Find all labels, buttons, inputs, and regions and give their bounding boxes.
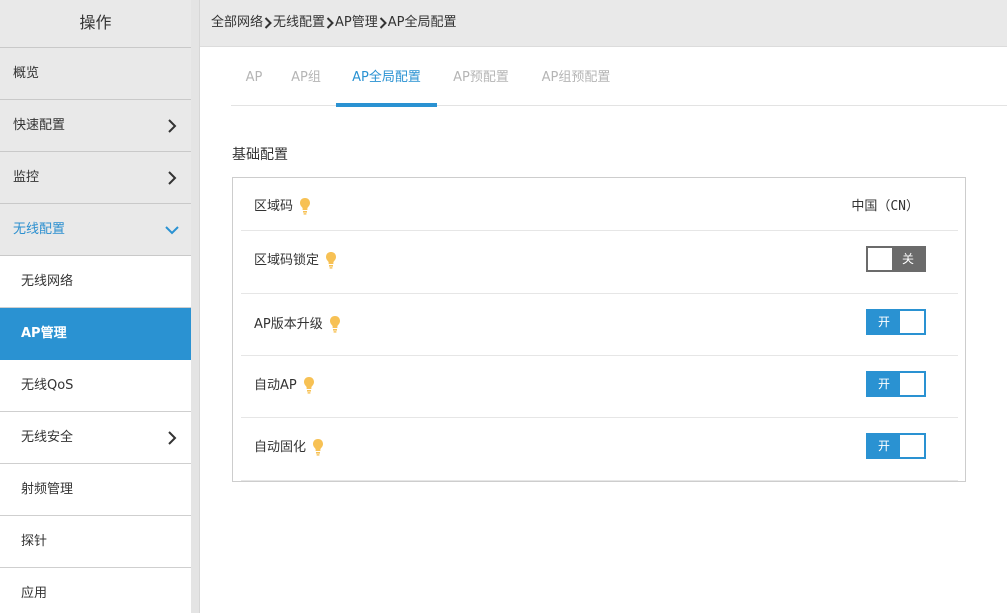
config-row-label-wrap: 区域码锁定 bbox=[254, 249, 337, 270]
sidebar-subitem-wireless-security[interactable]: 无线安全 bbox=[0, 412, 191, 464]
toggle-state-label: 关 bbox=[901, 252, 914, 266]
config-row-label-wrap: 区域码 bbox=[254, 195, 311, 216]
breadcrumb-item-ap-global-config: AP全局配置 bbox=[387, 15, 457, 30]
toggle-state-label: 开 bbox=[877, 439, 890, 453]
toggle-knob bbox=[900, 373, 924, 395]
sidebar-subitem-label: 探针 bbox=[21, 534, 48, 549]
sidebar-subitem-wireless-network[interactable]: 无线网络 bbox=[0, 256, 191, 308]
config-row-region-code-lock: 区域码锁定 关 bbox=[241, 231, 958, 294]
breadcrumb-chevron-icon bbox=[325, 0, 335, 45]
sidebar-subitem-wireless-qos[interactable]: 无线QoS bbox=[0, 360, 191, 412]
config-row-label-wrap: 自动AP bbox=[254, 374, 315, 395]
toggle-knob bbox=[868, 248, 892, 270]
breadcrumb-item-ap-management[interactable]: AP管理 bbox=[335, 0, 378, 45]
tab-ap-global-config[interactable]: AP全局配置 bbox=[336, 56, 437, 107]
breadcrumb-item-all-networks[interactable]: 全部网络 bbox=[211, 0, 263, 45]
ap-version-upgrade-toggle[interactable]: 开 bbox=[866, 309, 926, 335]
sidebar-scrollbar[interactable] bbox=[191, 0, 200, 613]
sidebar-item-quick-config[interactable]: 快速配置 bbox=[0, 100, 191, 152]
config-row-auto-ap: 自动AP 开 bbox=[241, 356, 958, 418]
breadcrumb: 全部网络 无线配置 AP管理 AP全局配置 bbox=[211, 0, 457, 46]
breadcrumb-item-wireless-config[interactable]: 无线配置 bbox=[273, 0, 325, 45]
lightbulb-icon[interactable] bbox=[325, 251, 337, 269]
section-title: 基础配置 bbox=[232, 147, 288, 163]
toggle-state-label: 开 bbox=[877, 315, 890, 329]
chevron-right-icon bbox=[165, 100, 179, 151]
config-row-label: 区域码 bbox=[254, 199, 294, 214]
tab-ap-group[interactable]: AP组 bbox=[291, 56, 321, 106]
toggle-knob bbox=[900, 311, 924, 333]
sidebar-subitem-label: 无线QoS bbox=[21, 378, 74, 393]
region-code-lock-toggle[interactable]: 关 bbox=[866, 246, 926, 272]
config-row-ap-version-upgrade: AP版本升级 开 bbox=[241, 294, 958, 356]
sidebar-subitem-radio-management[interactable]: 射频管理 bbox=[0, 464, 191, 516]
basic-config-panel: 区域码 中国（CN） 区域码锁定 关 AP版本升级 开 自动AP 开 自动固化 … bbox=[232, 177, 966, 482]
sidebar-subitem-label: 无线安全 bbox=[21, 430, 74, 445]
lightbulb-icon[interactable] bbox=[303, 376, 315, 394]
tab-ap-preconfig[interactable]: AP预配置 bbox=[452, 56, 510, 106]
sidebar-item-monitor[interactable]: 监控 bbox=[0, 152, 191, 204]
lightbulb-icon[interactable] bbox=[299, 197, 311, 215]
config-row-label-wrap: 自动固化 bbox=[254, 436, 324, 457]
sidebar-subitem-probe[interactable]: 探针 bbox=[0, 516, 191, 568]
sidebar-item-label: 监控 bbox=[13, 170, 40, 185]
top-bar: 全部网络 无线配置 AP管理 AP全局配置 bbox=[200, 0, 1007, 47]
sidebar-subitem-label: 无线网络 bbox=[21, 274, 74, 289]
lightbulb-icon[interactable] bbox=[329, 315, 341, 333]
auto-solidify-toggle[interactable]: 开 bbox=[866, 433, 926, 459]
config-row-label: 自动AP bbox=[254, 378, 297, 393]
sidebar-subitem-label: 应用 bbox=[21, 586, 48, 601]
config-row-label: 自动固化 bbox=[254, 440, 307, 455]
chevron-right-icon bbox=[165, 152, 179, 203]
toggle-state-label: 开 bbox=[877, 377, 890, 391]
sidebar-subitem-ap-management[interactable]: AP管理 bbox=[0, 308, 191, 360]
lightbulb-icon[interactable] bbox=[312, 438, 324, 456]
sidebar-subitem-label: AP管理 bbox=[21, 326, 67, 341]
breadcrumb-chevron-icon bbox=[263, 0, 273, 45]
chevron-right-icon bbox=[165, 412, 179, 463]
sidebar-subitem-application[interactable]: 应用 bbox=[0, 568, 191, 613]
config-row-label: AP版本升级 bbox=[254, 317, 323, 332]
sidebar: 操作 概览 快速配置 监控 无线配置 无线网络 AP管理 无线QoS 无线安全 … bbox=[0, 0, 200, 613]
config-row-label-wrap: AP版本升级 bbox=[254, 313, 341, 334]
breadcrumb-chevron-icon bbox=[378, 0, 388, 45]
sidebar-header: 操作 bbox=[0, 0, 191, 48]
tab-bar: AP AP组 AP全局配置 AP预配置 AP组预配置 bbox=[231, 56, 1007, 107]
region-code-value: 中国（CN） bbox=[851, 199, 919, 214]
toggle-knob bbox=[900, 435, 924, 457]
config-row-auto-solidify: 自动固化 开 bbox=[241, 418, 958, 481]
sidebar-item-label: 无线配置 bbox=[13, 222, 66, 237]
config-row-region-code: 区域码 中国（CN） bbox=[241, 178, 958, 231]
sidebar-subitem-label: 射频管理 bbox=[21, 482, 74, 497]
chevron-down-icon bbox=[165, 204, 179, 255]
sidebar-item-overview[interactable]: 概览 bbox=[0, 48, 191, 100]
auto-ap-toggle[interactable]: 开 bbox=[866, 371, 926, 397]
sidebar-menu: 操作 概览 快速配置 监控 无线配置 无线网络 AP管理 无线QoS 无线安全 … bbox=[0, 0, 191, 613]
tab-ap-group-preconfig[interactable]: AP组预配置 bbox=[540, 56, 612, 106]
config-row-label: 区域码锁定 bbox=[254, 253, 320, 268]
sidebar-item-wireless-config[interactable]: 无线配置 bbox=[0, 204, 191, 256]
tab-ap[interactable]: AP bbox=[245, 56, 263, 106]
sidebar-item-label: 概览 bbox=[13, 66, 40, 81]
sidebar-item-label: 快速配置 bbox=[13, 118, 66, 133]
